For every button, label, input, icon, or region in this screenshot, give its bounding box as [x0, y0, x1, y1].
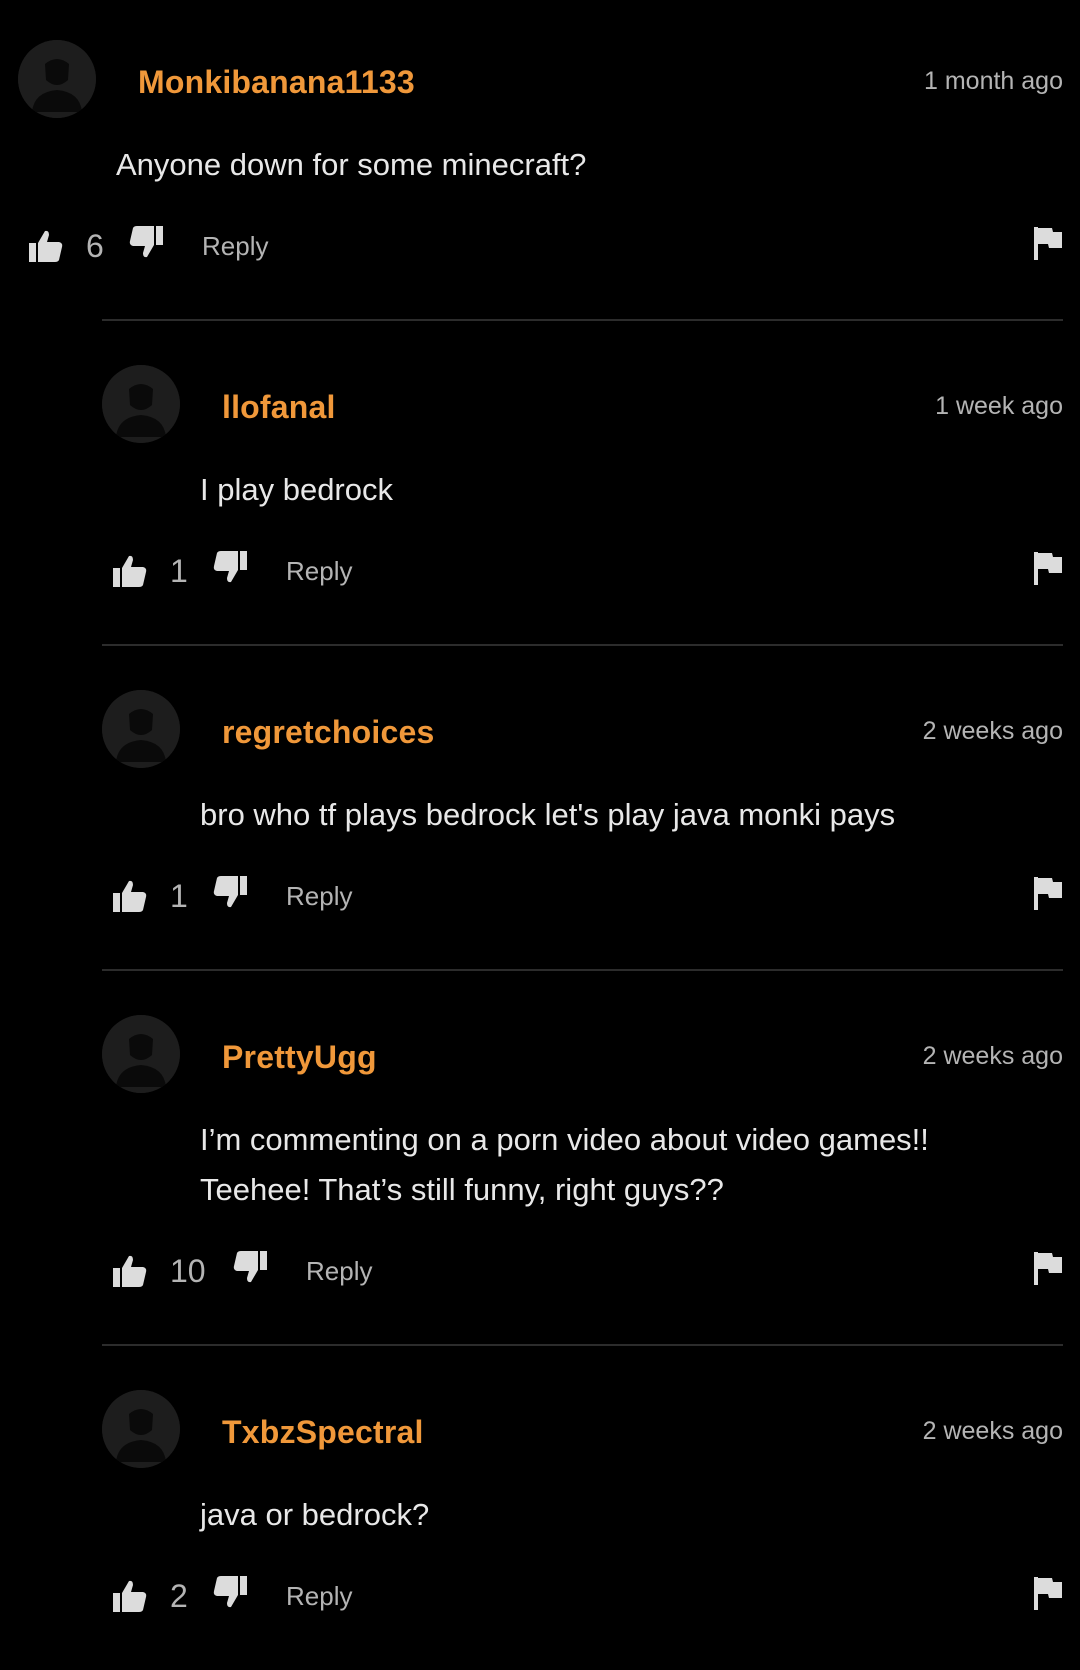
thumbs-down-icon[interactable]: [212, 874, 248, 910]
user-avatar-icon[interactable]: [102, 365, 180, 443]
timestamp: 1 week ago: [935, 392, 1063, 420]
flag-icon[interactable]: [1033, 551, 1063, 585]
flag-icon[interactable]: [1033, 1576, 1063, 1610]
comment: PrettyUgg 2 weeks ago I’m commenting on …: [102, 1015, 1063, 1305]
comment-actions: 6 Reply: [28, 224, 1063, 268]
divider: [102, 319, 1063, 321]
user-avatar-icon[interactable]: [18, 40, 96, 118]
username[interactable]: regretchoices: [222, 714, 434, 751]
comment-text: bro who tf plays bedrock let's play java…: [200, 797, 896, 832]
comment-actions: 10 Reply: [112, 1249, 1063, 1293]
comment: TxbzSpectral 2 weeks ago java or bedrock…: [102, 1390, 1063, 1630]
username[interactable]: llofanal: [222, 389, 336, 426]
timestamp: 2 weeks ago: [922, 717, 1063, 745]
comment-text: Anyone down for some minecraft?: [116, 147, 587, 182]
thumbs-down-icon[interactable]: [232, 1249, 268, 1285]
comment-text: I play bedrock: [200, 472, 393, 507]
reply-button[interactable]: Reply: [286, 1581, 352, 1612]
comment: regretchoices 2 weeks ago bro who tf pla…: [102, 690, 1063, 930]
user-avatar-icon[interactable]: [102, 1015, 180, 1093]
thumbs-up-icon[interactable]: [112, 1578, 148, 1614]
user-avatar-icon[interactable]: [102, 1390, 180, 1468]
comment-text: java or bedrock?: [200, 1497, 430, 1532]
flag-icon[interactable]: [1033, 226, 1063, 260]
thumbs-down-icon[interactable]: [212, 1574, 248, 1610]
vote-count: 2: [170, 1578, 188, 1614]
comment-actions: 2 Reply: [112, 1574, 1063, 1618]
thumbs-up-icon[interactable]: [112, 1253, 148, 1289]
divider: [102, 644, 1063, 646]
comment: Monkibanana1133 1 month ago Anyone down …: [18, 40, 1063, 280]
comment-actions: 1 Reply: [112, 549, 1063, 593]
thumbs-down-icon[interactable]: [212, 549, 248, 585]
thumbs-down-icon[interactable]: [128, 224, 164, 260]
vote-count: 1: [170, 878, 188, 914]
reply-button[interactable]: Reply: [286, 881, 352, 912]
reply-button[interactable]: Reply: [286, 556, 352, 587]
timestamp: 2 weeks ago: [922, 1042, 1063, 1070]
vote-count: 1: [170, 553, 188, 589]
comment-text: I’m commenting on a porn video about vid…: [200, 1122, 929, 1207]
divider: [102, 1344, 1063, 1346]
flag-icon[interactable]: [1033, 876, 1063, 910]
divider: [102, 969, 1063, 971]
vote-count: 6: [86, 228, 104, 264]
username[interactable]: PrettyUgg: [222, 1039, 377, 1076]
reply-button[interactable]: Reply: [202, 231, 268, 262]
timestamp: 2 weeks ago: [922, 1417, 1063, 1445]
thumbs-up-icon[interactable]: [112, 878, 148, 914]
user-avatar-icon[interactable]: [102, 690, 180, 768]
comment-actions: 1 Reply: [112, 874, 1063, 918]
username[interactable]: TxbzSpectral: [222, 1414, 424, 1451]
timestamp: 1 month ago: [924, 67, 1063, 95]
thumbs-up-icon[interactable]: [28, 228, 64, 264]
vote-count: 10: [170, 1253, 206, 1289]
thumbs-up-icon[interactable]: [112, 553, 148, 589]
comment: llofanal 1 week ago I play bedrock 1 Rep…: [102, 365, 1063, 605]
username[interactable]: Monkibanana1133: [138, 64, 415, 101]
reply-button[interactable]: Reply: [306, 1256, 372, 1287]
flag-icon[interactable]: [1033, 1251, 1063, 1285]
